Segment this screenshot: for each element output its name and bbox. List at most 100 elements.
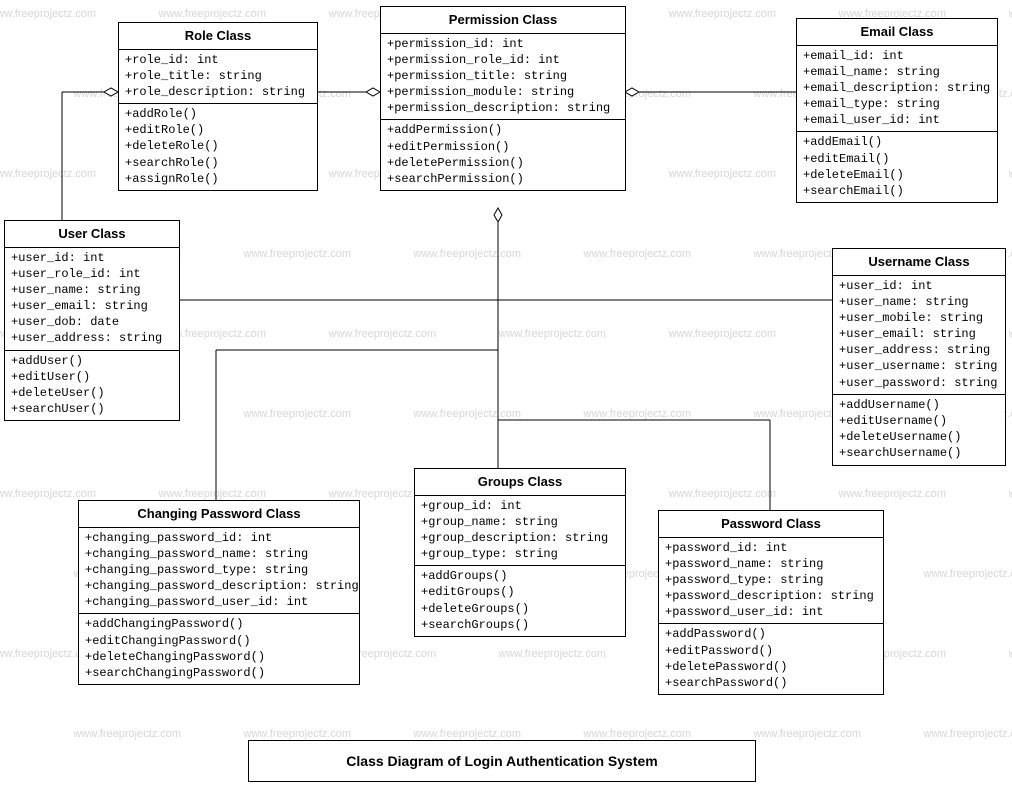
- uml-member: +user_address: string: [839, 342, 999, 358]
- uml-member: +deletePermission(): [387, 155, 619, 171]
- uml-member: +deleteGroups(): [421, 601, 619, 617]
- uml-member: +password_user_id: int: [665, 604, 877, 620]
- class-operations: +addChangingPassword()+editChangingPassw…: [79, 614, 359, 684]
- uml-member: +role_description: string: [125, 84, 311, 100]
- uml-member: +addPassword(): [665, 626, 877, 642]
- class-attributes: +password_id: int+password_name: string+…: [659, 538, 883, 625]
- uml-member: +password_type: string: [665, 572, 877, 588]
- class-permission: Permission Class +permission_id: int+per…: [380, 6, 626, 191]
- uml-member: +email_type: string: [803, 96, 991, 112]
- uml-member: +user_address: string: [11, 330, 173, 346]
- class-operations: +addEmail()+editEmail()+deleteEmail()+se…: [797, 132, 997, 202]
- uml-member: +assignRole(): [125, 171, 311, 187]
- uml-member: +changing_password_type: string: [85, 562, 353, 578]
- uml-member: +user_name: string: [11, 282, 173, 298]
- uml-member: +addPermission(): [387, 122, 619, 138]
- uml-member: +addUser(): [11, 353, 173, 369]
- uml-member: +permission_id: int: [387, 36, 619, 52]
- uml-member: +editEmail(): [803, 151, 991, 167]
- uml-member: +searchUser(): [11, 401, 173, 417]
- uml-member: +permission_role_id: int: [387, 52, 619, 68]
- uml-member: +deleteUsername(): [839, 429, 999, 445]
- class-attributes: +role_id: int+role_title: string+role_de…: [119, 50, 317, 105]
- uml-member: +deleteEmail(): [803, 167, 991, 183]
- class-groups: Groups Class +group_id: int+group_name: …: [414, 468, 626, 637]
- uml-member: +changing_password_name: string: [85, 546, 353, 562]
- uml-member: +changing_password_user_id: int: [85, 594, 353, 610]
- class-title: Username Class: [833, 249, 1005, 276]
- class-title: Role Class: [119, 23, 317, 50]
- uml-member: +editGroups(): [421, 584, 619, 600]
- uml-member: +addRole(): [125, 106, 311, 122]
- class-operations: +addPermission()+editPermission()+delete…: [381, 120, 625, 190]
- class-attributes: +user_id: int+user_role_id: int+user_nam…: [5, 248, 179, 351]
- class-role: Role Class +role_id: int+role_title: str…: [118, 22, 318, 191]
- uml-member: +editPassword(): [665, 643, 877, 659]
- uml-member: +searchRole(): [125, 155, 311, 171]
- class-password: Password Class +password_id: int+passwor…: [658, 510, 884, 695]
- caption-text: Class Diagram of Login Authentication Sy…: [346, 753, 657, 769]
- diagram-caption: Class Diagram of Login Authentication Sy…: [248, 740, 756, 782]
- class-attributes: +permission_id: int+permission_role_id: …: [381, 34, 625, 121]
- uml-member: +searchChangingPassword(): [85, 665, 353, 681]
- uml-member: +permission_title: string: [387, 68, 619, 84]
- uml-member: +user_username: string: [839, 358, 999, 374]
- uml-member: +user_dob: date: [11, 314, 173, 330]
- class-title: Password Class: [659, 511, 883, 538]
- uml-member: +permission_module: string: [387, 84, 619, 100]
- uml-member: +password_name: string: [665, 556, 877, 572]
- uml-member: +addChangingPassword(): [85, 616, 353, 632]
- class-attributes: +user_id: int+user_name: string+user_mob…: [833, 276, 1005, 395]
- uml-member: +role_title: string: [125, 68, 311, 84]
- uml-member: +addEmail(): [803, 134, 991, 150]
- uml-member: +searchPermission(): [387, 171, 619, 187]
- uml-member: +permission_description: string: [387, 100, 619, 116]
- class-username: Username Class +user_id: int+user_name: …: [832, 248, 1006, 466]
- uml-member: +password_id: int: [665, 540, 877, 556]
- uml-member: +addUsername(): [839, 397, 999, 413]
- class-operations: +addGroups()+editGroups()+deleteGroups()…: [415, 566, 625, 636]
- uml-member: +email_description: string: [803, 80, 991, 96]
- class-title: Permission Class: [381, 7, 625, 34]
- class-title: Email Class: [797, 19, 997, 46]
- class-title: Changing Password Class: [79, 501, 359, 528]
- uml-member: +changing_password_id: int: [85, 530, 353, 546]
- uml-member: +group_description: string: [421, 530, 619, 546]
- uml-member: +group_type: string: [421, 546, 619, 562]
- uml-member: +password_description: string: [665, 588, 877, 604]
- class-changing-password: Changing Password Class +changing_passwo…: [78, 500, 360, 685]
- uml-member: +deleteChangingPassword(): [85, 649, 353, 665]
- uml-member: +searchEmail(): [803, 183, 991, 199]
- uml-member: +deleteRole(): [125, 138, 311, 154]
- class-attributes: +changing_password_id: int+changing_pass…: [79, 528, 359, 615]
- uml-member: +editPermission(): [387, 139, 619, 155]
- class-email: Email Class +email_id: int+email_name: s…: [796, 18, 998, 203]
- class-operations: +addRole()+editRole()+deleteRole()+searc…: [119, 104, 317, 190]
- class-title: Groups Class: [415, 469, 625, 496]
- class-operations: +addUser()+editUser()+deleteUser()+searc…: [5, 351, 179, 421]
- uml-member: +searchPassword(): [665, 675, 877, 691]
- uml-member: +group_name: string: [421, 514, 619, 530]
- uml-member: +searchUsername(): [839, 445, 999, 461]
- class-title: User Class: [5, 221, 179, 248]
- uml-member: +user_mobile: string: [839, 310, 999, 326]
- uml-member: +user_id: int: [11, 250, 173, 266]
- uml-member: +email_id: int: [803, 48, 991, 64]
- uml-member: +user_role_id: int: [11, 266, 173, 282]
- class-operations: +addPassword()+editPassword()+deletePass…: [659, 624, 883, 694]
- class-user: User Class +user_id: int+user_role_id: i…: [4, 220, 180, 421]
- class-attributes: +group_id: int+group_name: string+group_…: [415, 496, 625, 567]
- uml-member: +group_id: int: [421, 498, 619, 514]
- class-operations: +addUsername()+editUsername()+deleteUser…: [833, 395, 1005, 465]
- uml-member: +user_name: string: [839, 294, 999, 310]
- uml-member: +changing_password_description: string: [85, 578, 353, 594]
- uml-member: +user_id: int: [839, 278, 999, 294]
- class-attributes: +email_id: int+email_name: string+email_…: [797, 46, 997, 133]
- uml-member: +email_name: string: [803, 64, 991, 80]
- uml-member: +deletePassword(): [665, 659, 877, 675]
- uml-member: +editChangingPassword(): [85, 633, 353, 649]
- uml-member: +email_user_id: int: [803, 112, 991, 128]
- uml-member: +editUser(): [11, 369, 173, 385]
- uml-member: +user_password: string: [839, 375, 999, 391]
- uml-member: +role_id: int: [125, 52, 311, 68]
